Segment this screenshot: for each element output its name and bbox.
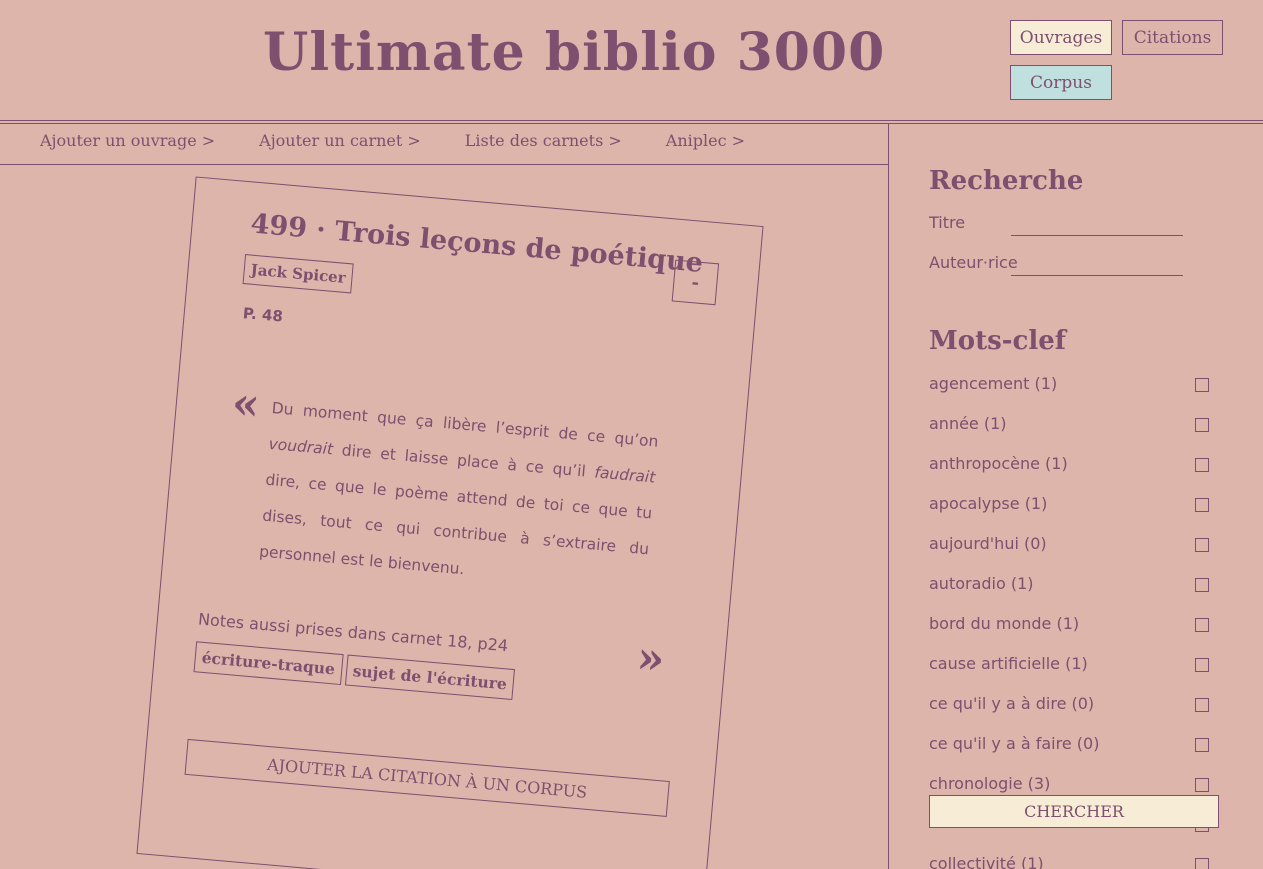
keyword-checkbox[interactable] — [1195, 498, 1209, 512]
header-divider-secondary — [0, 123, 1263, 124]
keyword-label: agencement (1) — [929, 373, 1058, 393]
keyword-item: anthropocène (1) — [929, 448, 1213, 488]
keyword-item: cause artificielle (1) — [929, 648, 1213, 688]
title-label: Titre — [929, 213, 966, 232]
author-label: Auteur·rice — [929, 253, 1018, 272]
keyword-item: bord du monde (1) — [929, 608, 1213, 648]
keyword-item: aujourd'hui (0) — [929, 528, 1213, 568]
keyword-item: ce qu'il y a à faire (0) — [929, 728, 1213, 768]
open-quote-icon: « — [229, 377, 262, 431]
nav-corpus-button[interactable]: Corpus — [1010, 65, 1112, 100]
subnav-divider — [0, 164, 888, 165]
nav-ouvrages-button[interactable]: Ouvrages — [1010, 20, 1112, 55]
keyword-checkbox[interactable] — [1195, 698, 1209, 712]
page-reference: P. 48 — [242, 304, 284, 326]
quote-emphasis: voudrait — [267, 434, 334, 459]
keyword-label: ce qu'il y a à dire (0) — [929, 693, 1095, 713]
keyword-checkbox[interactable] — [1195, 658, 1209, 672]
keyword-checkbox[interactable] — [1195, 738, 1209, 752]
keyword-tag[interactable]: écriture-traque — [193, 641, 344, 686]
keyword-checkbox[interactable] — [1195, 378, 1209, 392]
keyword-list: agencement (1) année (1) anthropocène (1… — [929, 368, 1213, 869]
keyword-label: anthropocène (1) — [929, 453, 1068, 473]
keyword-checkbox[interactable] — [1195, 578, 1209, 592]
keyword-label: cause artificielle (1) — [929, 653, 1088, 673]
search-heading: Recherche — [929, 166, 1084, 196]
search-button[interactable]: CHERCHER — [929, 795, 1219, 828]
add-to-corpus-button[interactable]: AJOUTER LA CITATION À UN CORPUS — [184, 738, 670, 817]
keyword-item: autoradio (1) — [929, 568, 1213, 608]
subnav-aniplec-link[interactable]: Aniplec > — [666, 131, 745, 150]
citation-card: 499 · Trois leçons de poétique Jack Spic… — [136, 176, 764, 869]
keyword-label: apocalypse (1) — [929, 493, 1048, 513]
keyword-checkbox[interactable] — [1195, 458, 1209, 472]
keyword-label: autoradio (1) — [929, 573, 1034, 593]
keyword-label: aujourd'hui (0) — [929, 533, 1047, 553]
keyword-checkbox[interactable] — [1195, 778, 1209, 792]
remove-button[interactable]: - — [671, 259, 720, 306]
sidebar-divider — [888, 123, 889, 869]
quote-text-part: dire, ce que le poème attend de toi ce q… — [258, 470, 653, 579]
author-input[interactable] — [1011, 254, 1183, 276]
keyword-tag[interactable]: sujet de l'écriture — [344, 654, 516, 701]
keywords-heading: Mots-clef — [929, 326, 1066, 356]
keyword-label: collectivité (1) — [929, 853, 1044, 869]
keyword-checkbox[interactable] — [1195, 618, 1209, 632]
keyword-item: année (1) — [929, 408, 1213, 448]
keyword-label: ce qu'il y a à faire (0) — [929, 733, 1100, 753]
header-divider — [0, 120, 1263, 121]
keyword-label: bord du monde (1) — [929, 613, 1080, 633]
keyword-label: chronologie (3) — [929, 773, 1051, 793]
quote-text: Du moment que ça libère l’esprit de ce q… — [258, 390, 660, 603]
keyword-checkbox[interactable] — [1195, 418, 1209, 432]
subnav-add-notebook-link[interactable]: Ajouter un carnet > — [259, 131, 421, 150]
author-tag[interactable]: Jack Spicer — [242, 254, 354, 294]
nav-citations-button[interactable]: Citations — [1122, 20, 1223, 55]
keyword-label: année (1) — [929, 413, 1007, 433]
keyword-item: ce qu'il y a à dire (0) — [929, 688, 1213, 728]
quote-text-part: dire et laisse place à ce qu’il — [332, 440, 596, 482]
title-input[interactable] — [1011, 214, 1183, 236]
keyword-item: agencement (1) — [929, 368, 1213, 408]
keyword-checkbox[interactable] — [1195, 538, 1209, 552]
keyword-item: apocalypse (1) — [929, 488, 1213, 528]
site-title: Ultimate biblio 3000 — [263, 22, 886, 83]
subnav: Ajouter un ouvrage > Ajouter un carnet >… — [40, 131, 789, 150]
subnav-notebook-list-link[interactable]: Liste des carnets > — [465, 131, 622, 150]
close-quote-icon: » — [634, 631, 667, 686]
keyword-item: collectivité (1) — [929, 848, 1213, 869]
subnav-add-book-link[interactable]: Ajouter un ouvrage > — [40, 131, 215, 150]
keyword-checkbox[interactable] — [1195, 858, 1209, 869]
quote-emphasis: faudrait — [593, 463, 656, 487]
